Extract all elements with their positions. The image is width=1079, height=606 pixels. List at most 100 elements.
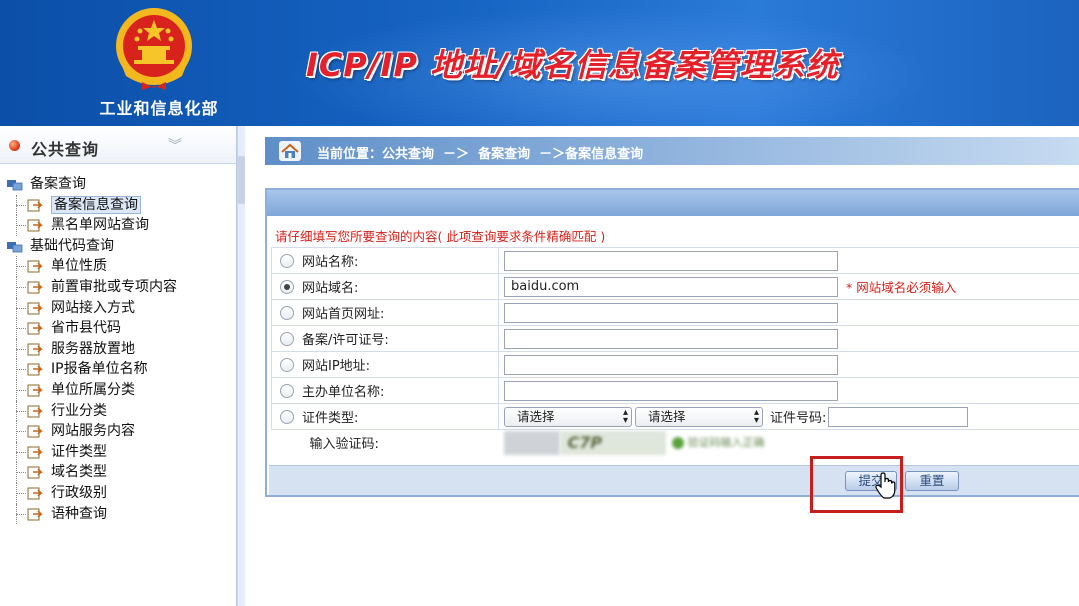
form-row-captcha: 输入验证码: C7P 验证码输入正确 (272, 430, 1079, 456)
sidebar-item-filing-info-query[interactable]: 备案信息查询 (0, 194, 236, 216)
sidebar-item-label: 网站服务内容 (51, 423, 135, 440)
field-radio[interactable] (280, 384, 294, 398)
sidebar-item[interactable]: 行政级别 (0, 482, 236, 504)
captcha-image[interactable]: C7P (559, 430, 666, 455)
field-input[interactable] (504, 328, 838, 349)
field-label: 网站IP地址: (302, 359, 371, 374)
reset-button[interactable]: 重置 (905, 471, 959, 491)
sidebar-item-label: 行业分类 (51, 402, 107, 419)
field-radio[interactable] (280, 254, 294, 268)
sidebar-item[interactable]: IP报备单位名称 (0, 359, 236, 380)
tree-group-label: 基础代码查询 (30, 237, 114, 254)
field-label: 网站首页网址: (302, 307, 385, 322)
site-header: 工业和信息化部 ICP/IP 地址/域名信息备案管理系统 (0, 0, 1079, 126)
document-arrow-icon (27, 466, 43, 479)
updown-arrow-icon: ▴ ▾ (622, 406, 628, 426)
sidebar-title: 公共查询 (31, 140, 100, 159)
field-input[interactable] (504, 302, 838, 323)
sidebar-item-label: 域名类型 (51, 464, 107, 481)
field-radio[interactable] (280, 280, 294, 294)
sidebar-item-label: 单位性质 (51, 258, 107, 275)
form-value-cell: C7P 验证码输入正确 (499, 430, 1079, 456)
field-input[interactable] (504, 250, 838, 271)
document-arrow-icon (27, 508, 43, 520)
captcha-label: 输入验证码: (309, 437, 379, 453)
form-label-cell[interactable]: 网站名称: (271, 247, 499, 274)
button-bar: 提交 重置 (269, 465, 1079, 495)
sidebar-item-label: 证件类型 (51, 443, 107, 460)
ministry-name: 工业和信息化部 (99, 99, 219, 118)
form-row: 网站首页网址: (271, 299, 1079, 326)
sidebar-item[interactable]: 语种查询 (0, 503, 236, 525)
form-label-cell[interactable]: 网站IP地址: (271, 351, 499, 378)
form-label-cell[interactable]: 网站域名: (271, 273, 499, 300)
tree-group-basic-code-query[interactable]: 基础代码查询 (0, 236, 236, 257)
id-type-select-1[interactable]: 请选择 ▴ ▾ (504, 406, 632, 427)
panel-title-bar (267, 190, 1079, 216)
sidebar-item[interactable]: 网站服务内容 (0, 421, 236, 442)
id-type-select-2[interactable]: 请选择 ▴ ▾ (635, 406, 763, 427)
form-label-cell[interactable]: 主办单位名称: (271, 377, 499, 404)
form-value-cell (498, 351, 1079, 378)
field-input[interactable]: baidu.com (504, 276, 838, 297)
sidebar-item[interactable]: 行业分类 (0, 400, 236, 422)
document-arrow-icon (27, 302, 43, 315)
field-radio[interactable] (280, 306, 294, 320)
sidebar-item[interactable]: 域名类型 (0, 462, 236, 483)
sidebar-splitter[interactable] (237, 126, 245, 606)
form-row-id-type: 证件类型: 请选择 ▴ ▾ 请选择 ▴ ▾ 证件号码: (271, 403, 1079, 430)
document-arrow-icon (27, 260, 43, 273)
sidebar: 公共查询 ︾ 备案查询 备案信息查询 黑名单网站查询 基础代码查询 单位性质 前置… (0, 126, 237, 606)
document-arrow-icon (27, 446, 43, 459)
sidebar-item-label: 省市县代码 (51, 320, 121, 337)
sidebar-item-label: 网站接入方式 (51, 299, 135, 316)
home-icon[interactable] (279, 141, 301, 161)
folder-group-icon (7, 180, 23, 191)
sidebar-item[interactable]: 服务器放置地 (0, 338, 236, 360)
id-number-input[interactable] (828, 406, 969, 427)
sidebar-item-label: 服务器放置地 (51, 340, 135, 357)
captcha-hint: 验证码输入正确 (666, 431, 806, 455)
sidebar-item-label: 黑名单网站查询 (51, 217, 149, 234)
id-number-label: 证件号码: (770, 411, 827, 426)
captcha-input[interactable] (503, 430, 560, 455)
system-title: ICP/IP 地址/域名信息备案管理系统 (306, 46, 839, 84)
form-label-cell[interactable]: 备案/许可证号: (271, 325, 499, 352)
field-radio[interactable] (280, 332, 294, 346)
field-label: 备案/许可证号: (302, 333, 389, 348)
form-label-cell[interactable]: 网站首页网址: (271, 299, 499, 326)
tree-group-label: 备案查询 (30, 176, 86, 192)
breadcrumb: 当前位置：公共查询 －＞ 备案查询 －＞备案信息查询 (265, 137, 1079, 165)
query-form-panel: 请仔细填写您所要查询的内容( 此项查询要求条件精确匹配 ) 网站名称: 网站域名:… (265, 188, 1079, 497)
required-note: * 网站域名必须输入 (846, 280, 957, 295)
sidebar-header[interactable]: 公共查询 ︾ (0, 126, 236, 164)
field-radio[interactable] (280, 410, 294, 424)
sidebar-item[interactable]: 省市县代码 (0, 318, 236, 339)
sidebar-item-label: IP报备单位名称 (51, 361, 148, 378)
field-radio[interactable] (280, 358, 294, 372)
bullet-icon (9, 140, 20, 151)
document-arrow-icon (27, 363, 43, 376)
document-arrow-icon (27, 487, 43, 500)
form-value-cell: baidu.com * 网站域名必须输入 (498, 273, 1079, 300)
form-value-cell (498, 247, 1079, 274)
sidebar-item[interactable]: 前置审批或专项内容 (0, 276, 236, 298)
field-input[interactable] (504, 380, 838, 401)
sidebar-item-label: 行政级别 (51, 484, 107, 501)
form-label-cell[interactable]: 证件类型: (271, 403, 499, 430)
sidebar-tree: 备案查询 备案信息查询 黑名单网站查询 基础代码查询 单位性质 前置审批或专项内容… (0, 164, 236, 525)
sidebar-item[interactable]: 网站接入方式 (0, 297, 236, 319)
folder-group-icon (7, 241, 23, 253)
document-arrow-icon (27, 405, 43, 418)
sidebar-item[interactable]: 证件类型 (0, 441, 236, 463)
sidebar-item[interactable]: 单位所属分类 (0, 379, 236, 401)
sidebar-item-blacklist-query[interactable]: 黑名单网站查询 (0, 215, 236, 236)
national-emblem-icon (116, 8, 192, 90)
sidebar-item[interactable]: 单位性质 (0, 256, 236, 277)
splitter-grip[interactable] (238, 156, 245, 204)
collapse-chevron-icon[interactable]: ︾ (168, 135, 182, 155)
field-input[interactable] (504, 354, 838, 375)
tree-group-filing-query[interactable]: 备案查询 (0, 174, 236, 195)
select-value: 请选择 (517, 408, 555, 424)
document-arrow-icon (27, 281, 43, 294)
